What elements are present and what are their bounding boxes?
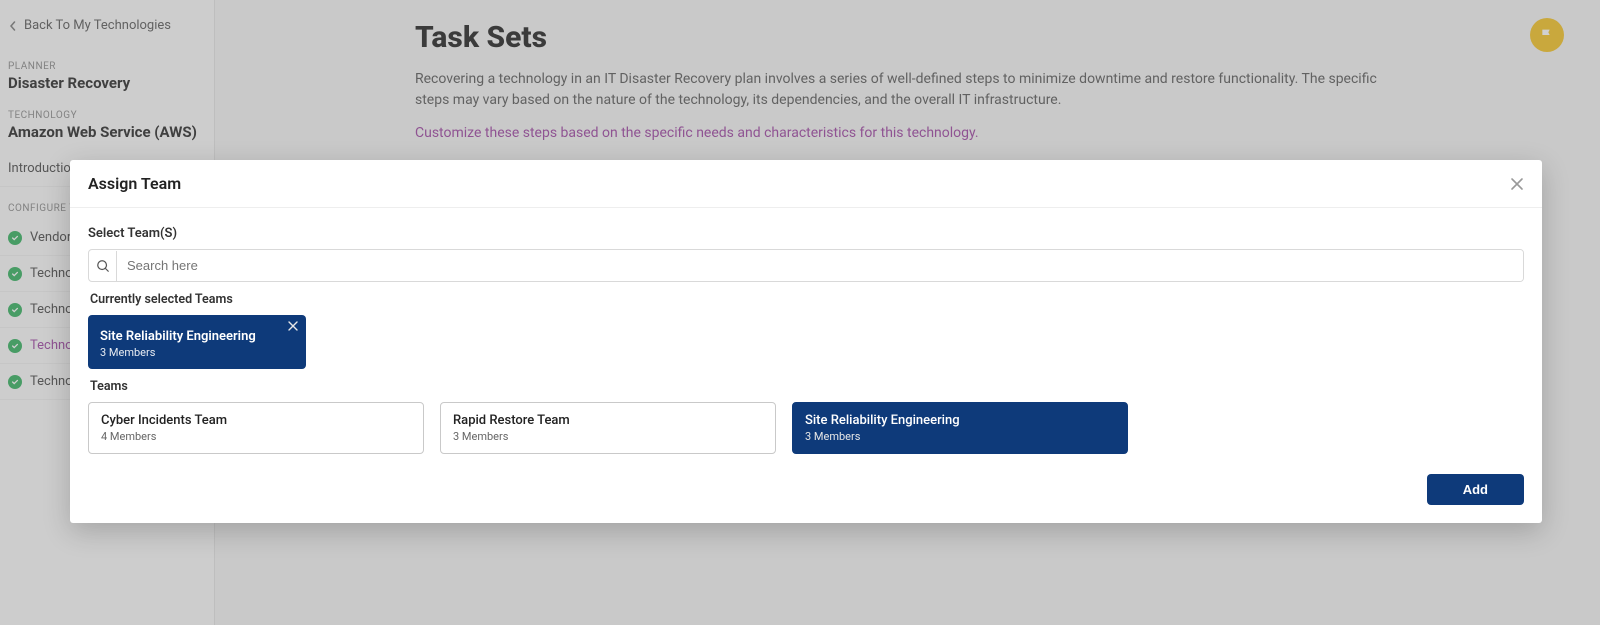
modal-footer: Add	[70, 460, 1542, 523]
teams-grid: Cyber Incidents Team 4 Members Rapid Res…	[88, 402, 1128, 454]
team-members: 4 Members	[101, 430, 411, 443]
team-card-site-reliability[interactable]: Site Reliability Engineering 3 Members	[792, 402, 1128, 454]
team-members: 3 Members	[805, 430, 1115, 443]
team-members: 3 Members	[100, 346, 266, 359]
add-button[interactable]: Add	[1427, 474, 1524, 505]
team-card-rapid-restore[interactable]: Rapid Restore Team 3 Members	[440, 402, 776, 454]
remove-team-icon[interactable]	[288, 321, 298, 331]
selected-teams-row: Site Reliability Engineering 3 Members	[88, 315, 1524, 369]
modal-body: Select Team(S) Currently selected Teams …	[70, 208, 1542, 460]
team-name: Site Reliability Engineering	[805, 413, 1115, 428]
modal-title: Assign Team	[88, 174, 181, 193]
search-input[interactable]	[117, 250, 1523, 281]
assign-team-modal: Assign Team Select Team(S) Currently sel…	[70, 160, 1542, 523]
teams-label: Teams	[90, 379, 1524, 394]
select-teams-label: Select Team(S)	[88, 226, 1524, 241]
modal-header: Assign Team	[70, 160, 1542, 208]
search-icon	[89, 251, 117, 281]
selected-team-chip[interactable]: Site Reliability Engineering 3 Members	[88, 315, 306, 369]
team-members: 3 Members	[453, 430, 763, 443]
currently-selected-label: Currently selected Teams	[90, 292, 1524, 307]
search-field[interactable]	[88, 249, 1524, 282]
close-icon[interactable]	[1510, 177, 1524, 191]
team-card-cyber-incidents[interactable]: Cyber Incidents Team 4 Members	[88, 402, 424, 454]
team-name: Rapid Restore Team	[453, 413, 763, 428]
team-name: Cyber Incidents Team	[101, 413, 411, 428]
team-name: Site Reliability Engineering	[100, 329, 266, 344]
